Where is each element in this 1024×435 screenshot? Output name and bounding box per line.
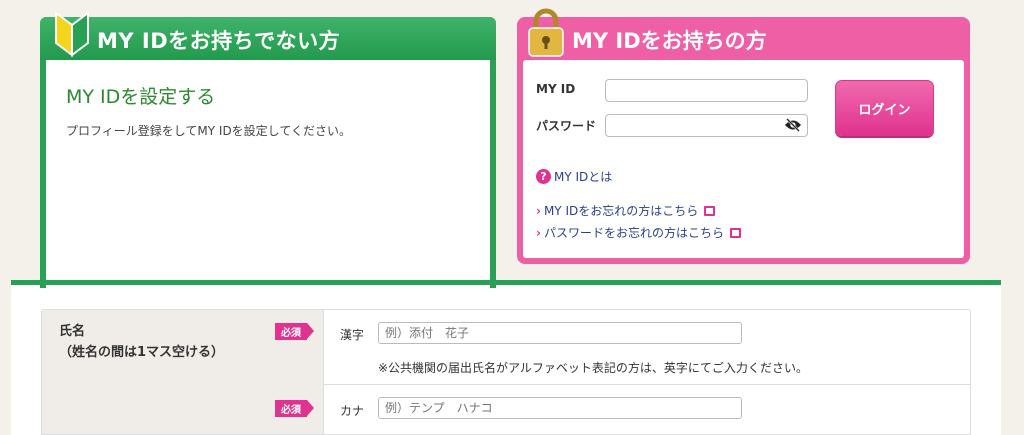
myid-input[interactable]	[605, 79, 808, 102]
forgot-id-text: MY IDをお忘れの方はこちら	[543, 204, 699, 218]
name-sublabel: （姓名の間は1マス空ける）	[59, 345, 225, 360]
password-input[interactable]	[605, 114, 808, 137]
no-id-panel-body: MY IDを設定する プロフィール登録をしてMY IDを設定してください。	[40, 60, 496, 290]
padlock-icon	[528, 8, 564, 57]
question-icon: ?	[536, 169, 551, 184]
set-myid-heading[interactable]: MY IDを設定する	[66, 82, 215, 109]
registration-form: 氏名 （姓名の間は1マス空ける） 必須 漢字 ※公共機関の届出氏名がアルファベッ…	[11, 280, 1001, 435]
password-label: パスワード	[536, 119, 597, 133]
kanji-label: 漢字	[340, 328, 365, 342]
forgot-password-text: パスワードをお忘れの方はこちら	[543, 226, 724, 240]
chevron-right-icon: ›	[536, 225, 541, 240]
required-badge: 必須	[275, 323, 314, 340]
login-button[interactable]: ログイン	[835, 80, 934, 136]
no-id-panel-title: MY IDをお持ちでない方	[97, 29, 341, 53]
chevron-right-icon: ›	[536, 203, 541, 218]
name-label: 氏名	[59, 324, 86, 339]
what-is-myid-link[interactable]: ? MY IDとは	[536, 168, 612, 185]
kana-name-input[interactable]	[378, 397, 742, 419]
myid-label: MY ID	[536, 82, 576, 96]
kanji-note: ※公共機関の届出氏名がアルファベット表記の方は、英字にてご入力ください。	[378, 361, 808, 375]
has-id-panel-title: MY IDをお持ちの方	[572, 29, 767, 53]
forgot-password-link[interactable]: › パスワードをお忘れの方はこちら	[536, 224, 741, 241]
required-badge: 必須	[275, 400, 314, 417]
name-table: 氏名 （姓名の間は1マス空ける） 必須 漢字 ※公共機関の届出氏名がアルファベッ…	[41, 309, 971, 435]
row-divider	[324, 384, 970, 385]
what-is-myid-text: MY IDとは	[554, 170, 613, 184]
kanji-name-input[interactable]	[378, 322, 742, 344]
login-form: MY ID パスワード ログイン ? MY IDとは › MY IDをお忘れの方…	[523, 60, 964, 258]
new-window-icon	[729, 227, 741, 238]
panel-connector	[40, 276, 46, 288]
beginner-leaf-icon	[55, 11, 89, 57]
has-id-panel: MY IDをお持ちの方 MY ID パスワード ログイン ? MY IDとは ›…	[517, 8, 970, 264]
panel-connector	[490, 276, 496, 288]
forgot-id-link[interactable]: › MY IDをお忘れの方はこちら	[536, 202, 716, 219]
password-field-wrap	[605, 114, 808, 137]
eye-slash-icon[interactable]	[784, 118, 802, 132]
kana-label: カナ	[340, 404, 365, 418]
set-myid-description: プロフィール登録をしてMY IDを設定してください。	[66, 124, 351, 138]
no-id-panel-header: MY IDをお持ちでない方	[40, 11, 496, 60]
new-window-icon	[704, 205, 716, 216]
